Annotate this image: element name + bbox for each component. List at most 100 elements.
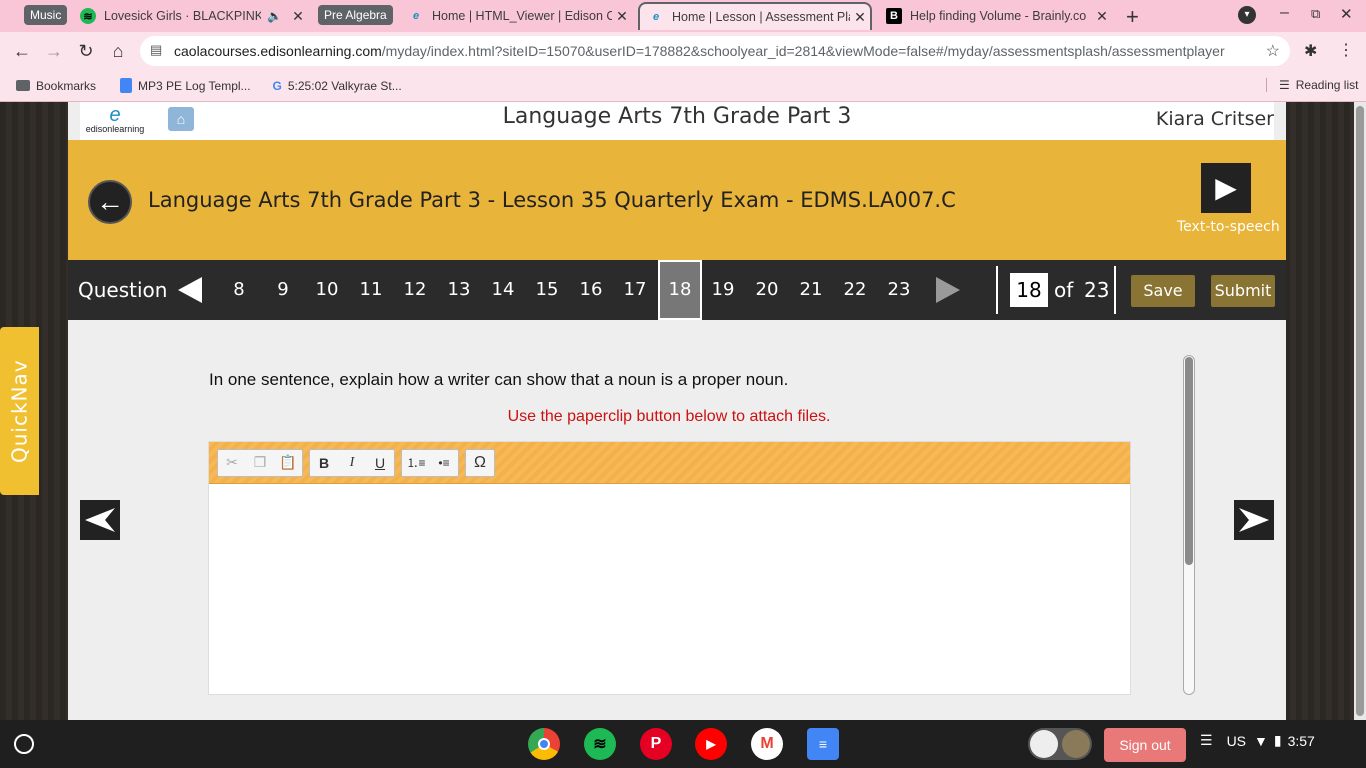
- reload-icon[interactable]: ↻: [70, 35, 102, 67]
- edison-icon: e: [412, 10, 420, 22]
- question-number[interactable]: 20: [745, 260, 789, 320]
- question-number[interactable]: 21: [789, 260, 833, 320]
- bookmark-star-icon[interactable]: ☆: [1266, 41, 1280, 61]
- bold-icon[interactable]: B: [310, 450, 338, 476]
- avatar[interactable]: [1028, 728, 1092, 760]
- menu-icon[interactable]: ⋮: [1338, 40, 1354, 60]
- question-content: In one sentence, explain how a writer ca…: [68, 320, 1286, 720]
- prev-page-arrow-icon[interactable]: [80, 500, 120, 540]
- lesson-title: Language Arts 7th Grade Part 3 - Lesson …: [148, 188, 956, 212]
- content-scrollbar[interactable]: [1183, 355, 1195, 695]
- new-tab-icon[interactable]: +: [1126, 4, 1139, 30]
- question-number[interactable]: 10: [305, 260, 349, 320]
- paste-icon[interactable]: 📋: [274, 450, 302, 476]
- reading-list[interactable]: ☰ Reading list: [1266, 78, 1358, 92]
- tab-group-pre-algebra[interactable]: Pre Algebra: [318, 5, 393, 25]
- chrome-icon[interactable]: [528, 728, 560, 760]
- question-number[interactable]: 9: [261, 260, 305, 320]
- youtube-icon[interactable]: ▶: [695, 728, 727, 760]
- tab-title: Help finding Volume - Brainly.co: [910, 9, 1087, 23]
- question-number[interactable]: 11: [349, 260, 393, 320]
- tab-brainly[interactable]: B Help finding Volume - Brainly.co ✕: [878, 2, 1112, 30]
- battery-icon: ▮: [1273, 732, 1282, 748]
- tab-title: Home | Lesson | Assessment Pla: [672, 10, 850, 24]
- bookmark-label: Bookmarks: [36, 78, 97, 93]
- cut-icon[interactable]: ✂: [218, 450, 246, 476]
- question-number[interactable]: 17: [613, 260, 657, 320]
- browser-toolbar: ← → ↻ ⌂ ▤ caolacourses.edisonlearning.co…: [0, 32, 1366, 70]
- close-icon[interactable]: ✕: [1092, 8, 1112, 25]
- tab-html-viewer[interactable]: e Home | HTML_Viewer | Edison C ✕: [400, 2, 632, 30]
- forward-arrow-icon[interactable]: →: [38, 35, 70, 67]
- launcher-icon[interactable]: [14, 734, 34, 754]
- close-icon[interactable]: ✕: [850, 9, 870, 26]
- pinterest-icon[interactable]: P: [640, 728, 672, 760]
- tab-assessment-player[interactable]: e Home | Lesson | Assessment Pla ✕: [638, 2, 872, 30]
- close-icon[interactable]: ✕: [612, 8, 632, 25]
- status-tray[interactable]: ☰ US ▼ ▮ 3:57: [1200, 732, 1315, 749]
- extensions-icon[interactable]: ✱: [1304, 41, 1317, 61]
- tts-label: Text-to-speech: [1177, 219, 1280, 235]
- scrollbar-thumb[interactable]: [1185, 357, 1193, 565]
- url-path: /myday/index.html?siteID=15070&userID=17…: [381, 43, 1225, 59]
- save-button[interactable]: Save: [1131, 275, 1195, 307]
- prev-question-arrow-icon[interactable]: [178, 277, 202, 303]
- bookmark-folder[interactable]: Bookmarks: [16, 79, 96, 93]
- google-docs-icon[interactable]: ≡: [807, 728, 839, 760]
- restore-icon[interactable]: ⧉: [1311, 6, 1320, 22]
- attach-note: Use the paperclip button below to attach…: [507, 408, 831, 425]
- tab-group-music[interactable]: Music: [24, 5, 68, 25]
- brainly-icon: B: [886, 8, 902, 24]
- question-number[interactable]: 12: [393, 260, 437, 320]
- question-number[interactable]: 14: [481, 260, 525, 320]
- question-number-current[interactable]: 18: [658, 260, 702, 320]
- question-number[interactable]: 8: [217, 260, 261, 320]
- question-number[interactable]: 22: [833, 260, 877, 320]
- play-icon[interactable]: ▶: [1201, 163, 1251, 213]
- omega-icon[interactable]: Ω: [466, 450, 494, 476]
- notifications-icon[interactable]: ☰: [1200, 732, 1213, 749]
- question-number[interactable]: 15: [525, 260, 569, 320]
- question-number[interactable]: 13: [437, 260, 481, 320]
- question-prompt: In one sentence, explain how a writer ca…: [209, 370, 789, 389]
- tab-spotify[interactable]: ≋ Lovesick Girls · BLACKPINK 🔈 ✕: [72, 2, 308, 30]
- underline-icon[interactable]: U: [366, 450, 394, 476]
- edison-icon: e: [652, 11, 660, 23]
- page-scrollbar-thumb[interactable]: [1356, 106, 1364, 716]
- question-number-input[interactable]: [1010, 273, 1048, 307]
- of-label: of: [1054, 278, 1074, 302]
- close-window-icon[interactable]: ✕: [1340, 5, 1353, 23]
- quicknav-tab[interactable]: QuickNav: [0, 327, 39, 495]
- italic-icon[interactable]: I: [338, 450, 366, 476]
- bookmarks-bar: Bookmarks MP3 PE Log Templ... G 5:25:02 …: [0, 70, 1366, 102]
- back-arrow-icon[interactable]: ←: [88, 180, 132, 224]
- clock: 3:57: [1287, 732, 1315, 749]
- copy-icon[interactable]: ❐: [246, 450, 274, 476]
- address-bar[interactable]: ▤ caolacourses.edisonlearning.com/myday/…: [140, 36, 1290, 66]
- question-number[interactable]: 23: [877, 260, 921, 320]
- gmail-icon[interactable]: M: [751, 728, 783, 760]
- sign-out-button[interactable]: Sign out: [1104, 728, 1186, 762]
- home-icon[interactable]: ⌂: [102, 35, 134, 67]
- list-group: ⒈≡ •≡: [401, 448, 459, 477]
- bookmark-mp3-pe-log[interactable]: MP3 PE Log Templ...: [120, 78, 251, 93]
- app-header: e edisonlearning ⌂ Language Arts 7th Gra…: [80, 102, 1274, 140]
- editor-text-area[interactable]: [209, 484, 1130, 694]
- spotify-icon[interactable]: ≋: [584, 728, 616, 760]
- numbered-list-icon[interactable]: ⒈≡: [402, 450, 430, 476]
- back-arrow-icon[interactable]: ←: [6, 35, 38, 67]
- submit-button[interactable]: Submit: [1211, 275, 1275, 307]
- question-number[interactable]: 19: [701, 260, 745, 320]
- question-number[interactable]: 16: [569, 260, 613, 320]
- site-info-icon[interactable]: ▤: [150, 42, 162, 58]
- special-char-group: Ω: [465, 448, 495, 477]
- minimize-icon[interactable]: –: [1280, 4, 1289, 22]
- page-scrollbar[interactable]: [1354, 102, 1366, 720]
- bulleted-list-icon[interactable]: •≡: [430, 450, 458, 476]
- next-question-arrow-icon[interactable]: [936, 277, 960, 303]
- bookmark-valkyrae[interactable]: G 5:25:02 Valkyrae St...: [273, 79, 402, 93]
- clipboard-group: ✂ ❐ 📋: [217, 448, 303, 477]
- next-page-arrow-icon[interactable]: [1234, 500, 1274, 540]
- tab-search-icon[interactable]: ▾: [1238, 6, 1256, 24]
- close-icon[interactable]: ✕: [288, 8, 308, 25]
